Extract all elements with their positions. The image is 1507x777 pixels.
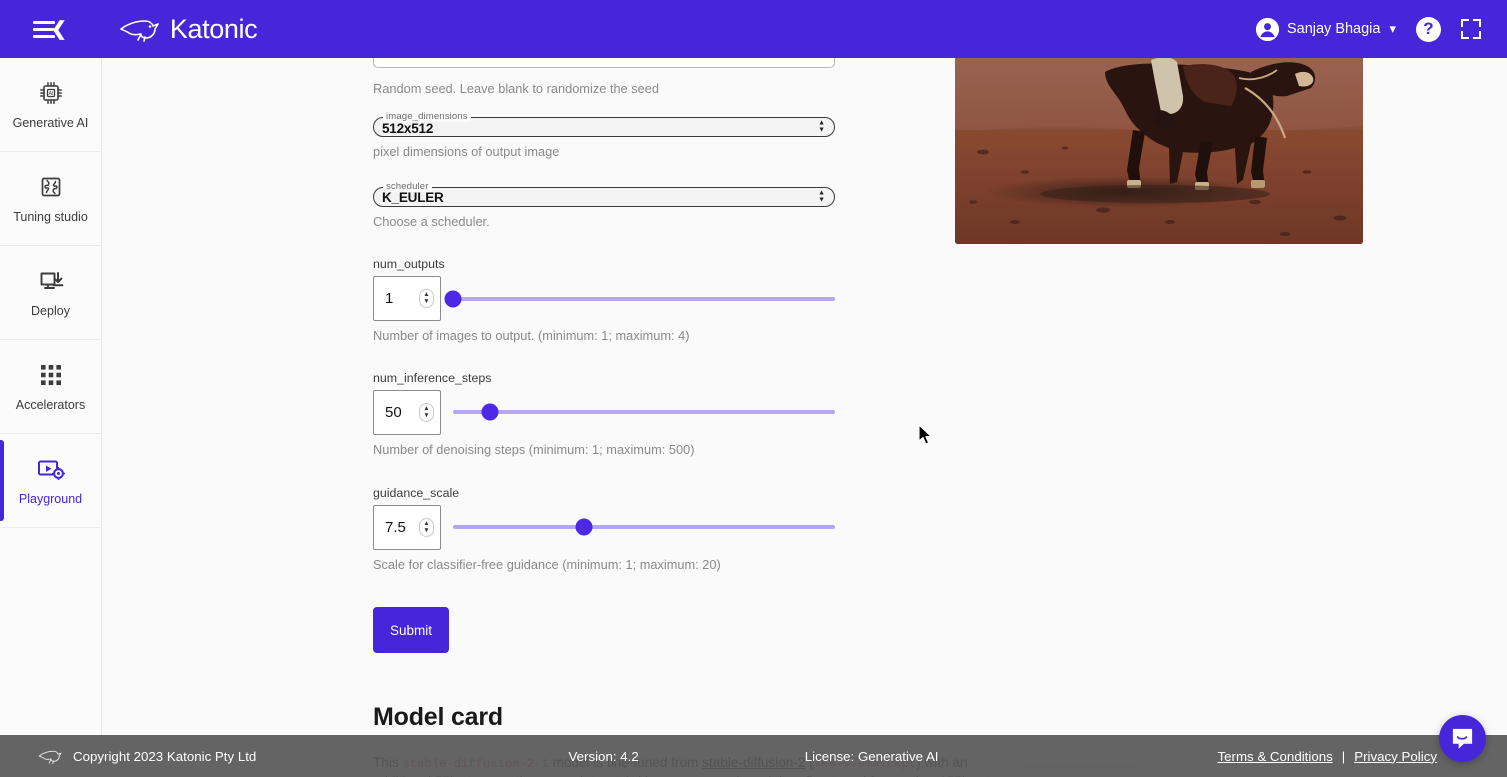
- scheduler-helper: Choose a scheduler.: [373, 214, 835, 231]
- guidance-scale-label: guidance_scale: [373, 486, 835, 500]
- chevron-left-icon: ❮: [51, 20, 67, 39]
- menu-collapse-icon[interactable]: ❮: [33, 20, 67, 39]
- footer-license: License: Generative AI: [805, 749, 939, 764]
- num-outputs-input[interactable]: 1 ▲▼: [373, 276, 441, 321]
- footer-links: Terms & Conditions | Privacy Policy: [1217, 749, 1437, 764]
- num-outputs-field: num_outputs 1 ▲▼ Number of images to out…: [373, 257, 835, 345]
- chat-bubble-icon: [1450, 726, 1475, 751]
- ai-chip-icon: AI: [36, 78, 66, 108]
- mars-horse-image: [955, 58, 1363, 244]
- num-inference-steps-value: 50: [385, 404, 402, 421]
- brand-logo[interactable]: Katonic: [119, 14, 257, 45]
- slider-thumb[interactable]: [445, 290, 462, 307]
- guidance-scale-field: guidance_scale 7.5 ▲▼ Scale for classifi…: [373, 486, 835, 574]
- sidebar-item-deploy[interactable]: Deploy: [0, 246, 101, 340]
- scheduler-select[interactable]: scheduler K_EULER ▲▼: [373, 187, 835, 207]
- main-content: Random seed. Leave blank to randomize th…: [102, 58, 1507, 777]
- select-stepper-arrows-icon: ▲▼: [818, 121, 825, 134]
- sidebar-label: Playground: [19, 493, 82, 507]
- chat-launcher-button[interactable]: [1439, 715, 1486, 762]
- svg-text:AI: AI: [48, 91, 53, 97]
- grid-dots-icon: [36, 360, 66, 390]
- sidebar-label: Deploy: [31, 305, 70, 319]
- num-outputs-value: 1: [385, 290, 393, 307]
- image-dimensions-helper: pixel dimensions of output image: [373, 144, 835, 161]
- top-header: ❮ Katonic Sanjay Bhagia ▾: [0, 0, 1507, 58]
- header-actions: Sanjay Bhagia ▾ ?: [1256, 17, 1481, 42]
- footer-separator: |: [1342, 749, 1345, 764]
- guidance-scale-slider[interactable]: [453, 505, 835, 550]
- image-dimensions-select[interactable]: image_dimensions 512x512 ▲▼: [373, 117, 835, 137]
- sidebar-item-tuning-studio[interactable]: Tuning studio: [0, 152, 101, 246]
- slider-thumb[interactable]: [575, 519, 592, 536]
- select-stepper-arrows-icon: ▲▼: [818, 190, 825, 203]
- slider-track: [453, 297, 835, 301]
- num-outputs-stepper-icon[interactable]: ▲▼: [419, 289, 434, 308]
- num-inference-steps-label: num_inference_steps: [373, 371, 835, 385]
- guidance-scale-input[interactable]: 7.5 ▲▼: [373, 505, 441, 550]
- num-inference-steps-input[interactable]: 50 ▲▼: [373, 390, 441, 435]
- slider-track: [453, 525, 835, 529]
- brand-name: Katonic: [170, 14, 257, 45]
- chevron-down-icon: ▾: [1389, 21, 1396, 37]
- slider-track: [453, 410, 835, 414]
- guidance-scale-helper: Scale for classifier-free guidance (mini…: [373, 557, 835, 574]
- guidance-scale-stepper-icon[interactable]: ▲▼: [419, 518, 434, 537]
- image-dimensions-value: 512x512: [382, 121, 433, 136]
- terms-link[interactable]: Terms & Conditions: [1217, 749, 1332, 764]
- avatar: [1256, 18, 1279, 41]
- num-inference-steps-slider[interactable]: [453, 390, 835, 435]
- fullscreen-icon[interactable]: [1461, 19, 1481, 39]
- num-inference-steps-stepper-icon[interactable]: ▲▼: [419, 403, 434, 422]
- sidebar-nav: AI Generative AI Tuning studio: [0, 58, 102, 777]
- help-icon[interactable]: ?: [1416, 17, 1441, 42]
- num-inference-steps-field: num_inference_steps 50 ▲▼ Number of deno…: [373, 371, 835, 459]
- submit-button[interactable]: Submit: [373, 607, 449, 653]
- mouse-cursor: [918, 424, 933, 446]
- privacy-link[interactable]: Privacy Policy: [1354, 749, 1437, 764]
- sidebar-label: Generative AI: [13, 117, 89, 131]
- footer-version: Version: 4.2: [568, 749, 638, 764]
- sidebar-label: Accelerators: [16, 399, 85, 413]
- sidebar-item-generative-ai[interactable]: AI Generative AI: [0, 58, 101, 152]
- slider-thumb[interactable]: [482, 404, 499, 421]
- sidebar-item-playground[interactable]: Playground: [0, 434, 101, 528]
- generated-output-image[interactable]: [955, 58, 1363, 244]
- scheduler-field: scheduler K_EULER ▲▼ Choose a scheduler.: [373, 187, 835, 231]
- image-dimensions-field: image_dimensions 512x512 ▲▼ pixel dimens…: [373, 117, 835, 161]
- user-menu[interactable]: Sanjay Bhagia ▾: [1256, 18, 1396, 41]
- model-card-title: Model card: [373, 703, 1013, 732]
- video-gear-icon: [36, 454, 66, 484]
- prediction-form: image_dimensions 512x512 ▲▼ pixel dimens…: [373, 58, 835, 777]
- sidebar-label: Tuning studio: [13, 211, 88, 225]
- num-outputs-helper: Number of images to output. (minimum: 1;…: [373, 328, 835, 345]
- sidebar-item-accelerators[interactable]: Accelerators: [0, 340, 101, 434]
- num-outputs-label: num_outputs: [373, 257, 835, 271]
- monitor-download-icon: [36, 266, 66, 296]
- guidance-scale-value: 7.5: [385, 519, 406, 536]
- kangaroo-logo-icon: [119, 16, 163, 42]
- num-inference-steps-helper: Number of denoising steps (minimum: 1; m…: [373, 442, 835, 459]
- person-icon: [1256, 18, 1279, 41]
- app-root: ❮ Katonic Sanjay Bhagia ▾: [0, 0, 1507, 777]
- footer-bar: Copyright 2023 Katonic Pty Ltd Version: …: [0, 735, 1507, 777]
- num-outputs-slider[interactable]: [453, 276, 835, 321]
- puzzle-icon: [36, 172, 66, 202]
- user-name-label: Sanjay Bhagia: [1287, 21, 1381, 37]
- scheduler-value: K_EULER: [382, 190, 444, 205]
